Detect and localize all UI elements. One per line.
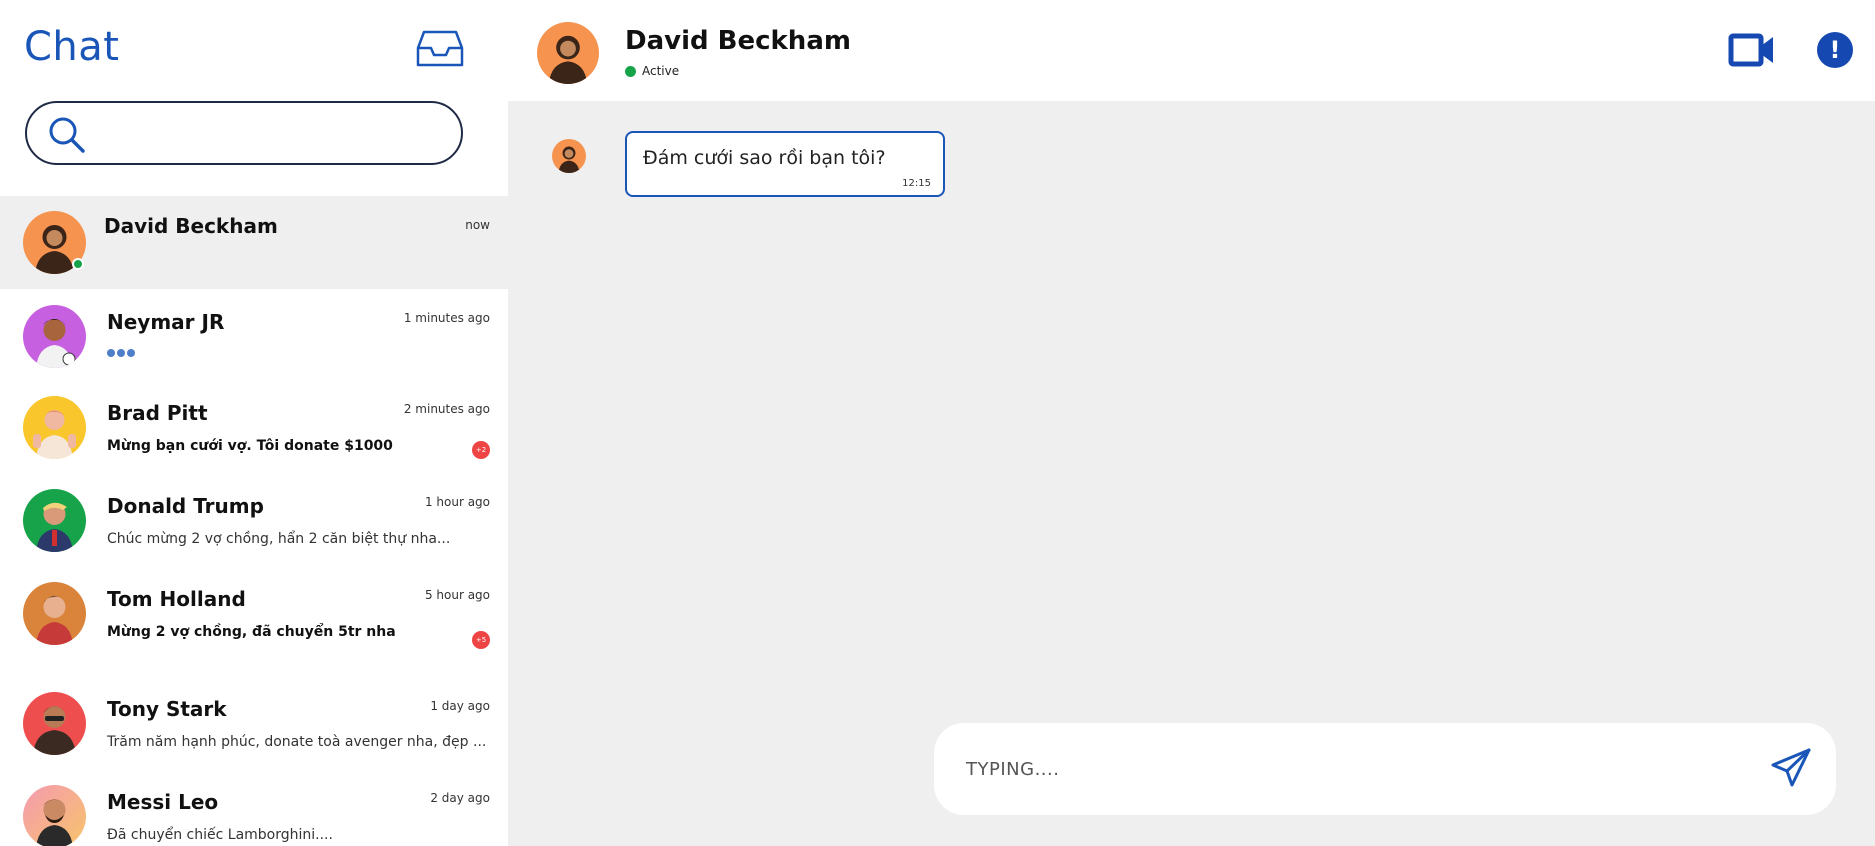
inbox-tray-icon (416, 30, 464, 67)
typing-indicator (107, 349, 135, 357)
conversation-item-donald-trump[interactable]: Donald Trump 1 hour ago Chúc mừng 2 vợ c… (0, 475, 508, 568)
avatar (552, 139, 586, 173)
conversation-time: 2 day ago (430, 791, 490, 805)
status-text: Active (642, 64, 680, 78)
sidebar: Chat David Beckham now Neymar JR 1 minut… (0, 0, 508, 846)
info-button[interactable]: ! (1817, 32, 1853, 68)
search-input[interactable] (103, 115, 443, 153)
avatar (23, 305, 86, 368)
conversation-time: 5 hour ago (424, 588, 490, 602)
conversation-name: Messi Leo (107, 790, 219, 814)
conversation-item-tony-stark[interactable]: Tony Stark 1 day ago Trăm năm hạnh phúc,… (0, 678, 508, 771)
compose-bar (934, 723, 1836, 815)
conversation-name: David Beckham (104, 214, 278, 238)
message-bubble[interactable]: Đám cưới sao rồi bạn tôi? 12:15 (625, 131, 945, 197)
message-text: Đám cưới sao rồi bạn tôi? (643, 147, 886, 169)
inbox-button[interactable] (416, 30, 464, 68)
conversation-item-neymar-jr[interactable]: Neymar JR 1 minutes ago (0, 289, 508, 382)
video-call-button[interactable] (1728, 32, 1776, 68)
avatar[interactable] (537, 22, 599, 84)
conversation-item-david-beckham[interactable]: David Beckham now (0, 196, 508, 289)
send-icon (1771, 748, 1811, 787)
message-area[interactable]: Đám cưới sao rồi bạn tôi? 12:15 (508, 101, 1875, 846)
contact-status: Active (625, 64, 679, 78)
conversation-time: 1 minutes ago (403, 311, 490, 325)
avatar (23, 582, 86, 645)
avatar (23, 692, 86, 755)
conversation-time: 1 day ago (430, 699, 490, 713)
info-icon: ! (1829, 36, 1841, 64)
conversation-preview: Mừng 2 vợ chồng, đã chuyển 5tr nha (107, 624, 396, 640)
conversation-preview: Trăm năm hạnh phúc, donate toà avenger n… (107, 734, 487, 750)
send-button[interactable] (1770, 747, 1812, 789)
conversation-name: Tony Stark (107, 697, 227, 721)
search-icon (49, 117, 85, 153)
avatar (23, 489, 86, 552)
conversation-time: 1 hour ago (424, 495, 490, 509)
conversation-name: Tom Holland (107, 587, 246, 611)
message-input[interactable] (966, 749, 1726, 789)
search-box[interactable] (25, 101, 463, 165)
chat-app: Chat David Beckham now Neymar JR 1 minut… (0, 0, 1875, 846)
sidebar-title: Chat (24, 24, 120, 70)
online-indicator (625, 65, 636, 77)
conversation-item-brad-pitt[interactable]: Brad Pitt 2 minutes ago Mừng bạn cưới vợ… (0, 382, 508, 475)
conversation-time: 2 minutes ago (403, 402, 490, 416)
conversation-name: Donald Trump (107, 494, 264, 518)
conversation-name: Neymar JR (107, 310, 225, 334)
conversation-item-messi-leo[interactable]: Messi Leo 2 day ago Đã chuyển chiếc Lamb… (0, 771, 508, 846)
unread-badge: +2 (472, 441, 490, 459)
conversation-time: now (465, 218, 490, 232)
conversation-name: Brad Pitt (107, 401, 208, 425)
conversation-preview: Chúc mừng 2 vợ chồng, hẩn 2 căn biệt thự… (107, 531, 451, 547)
unread-badge: +5 (472, 631, 490, 649)
conversation-preview: Mừng bạn cưới vợ. Tôi donate $1000 (107, 438, 393, 454)
contact-name: David Beckham (625, 26, 851, 56)
online-indicator (72, 258, 84, 270)
video-camera-icon (1728, 33, 1773, 67)
conversation-item-tom-holland[interactable]: Tom Holland 5 hour ago Mừng 2 vợ chồng, … (0, 568, 508, 661)
chat-header: David Beckham Active ! (508, 0, 1875, 101)
message-time: 12:15 (902, 178, 931, 189)
avatar (23, 785, 86, 846)
avatar (23, 396, 86, 459)
conversation-preview: Đã chuyển chiếc Lamborghini.... (107, 827, 333, 843)
